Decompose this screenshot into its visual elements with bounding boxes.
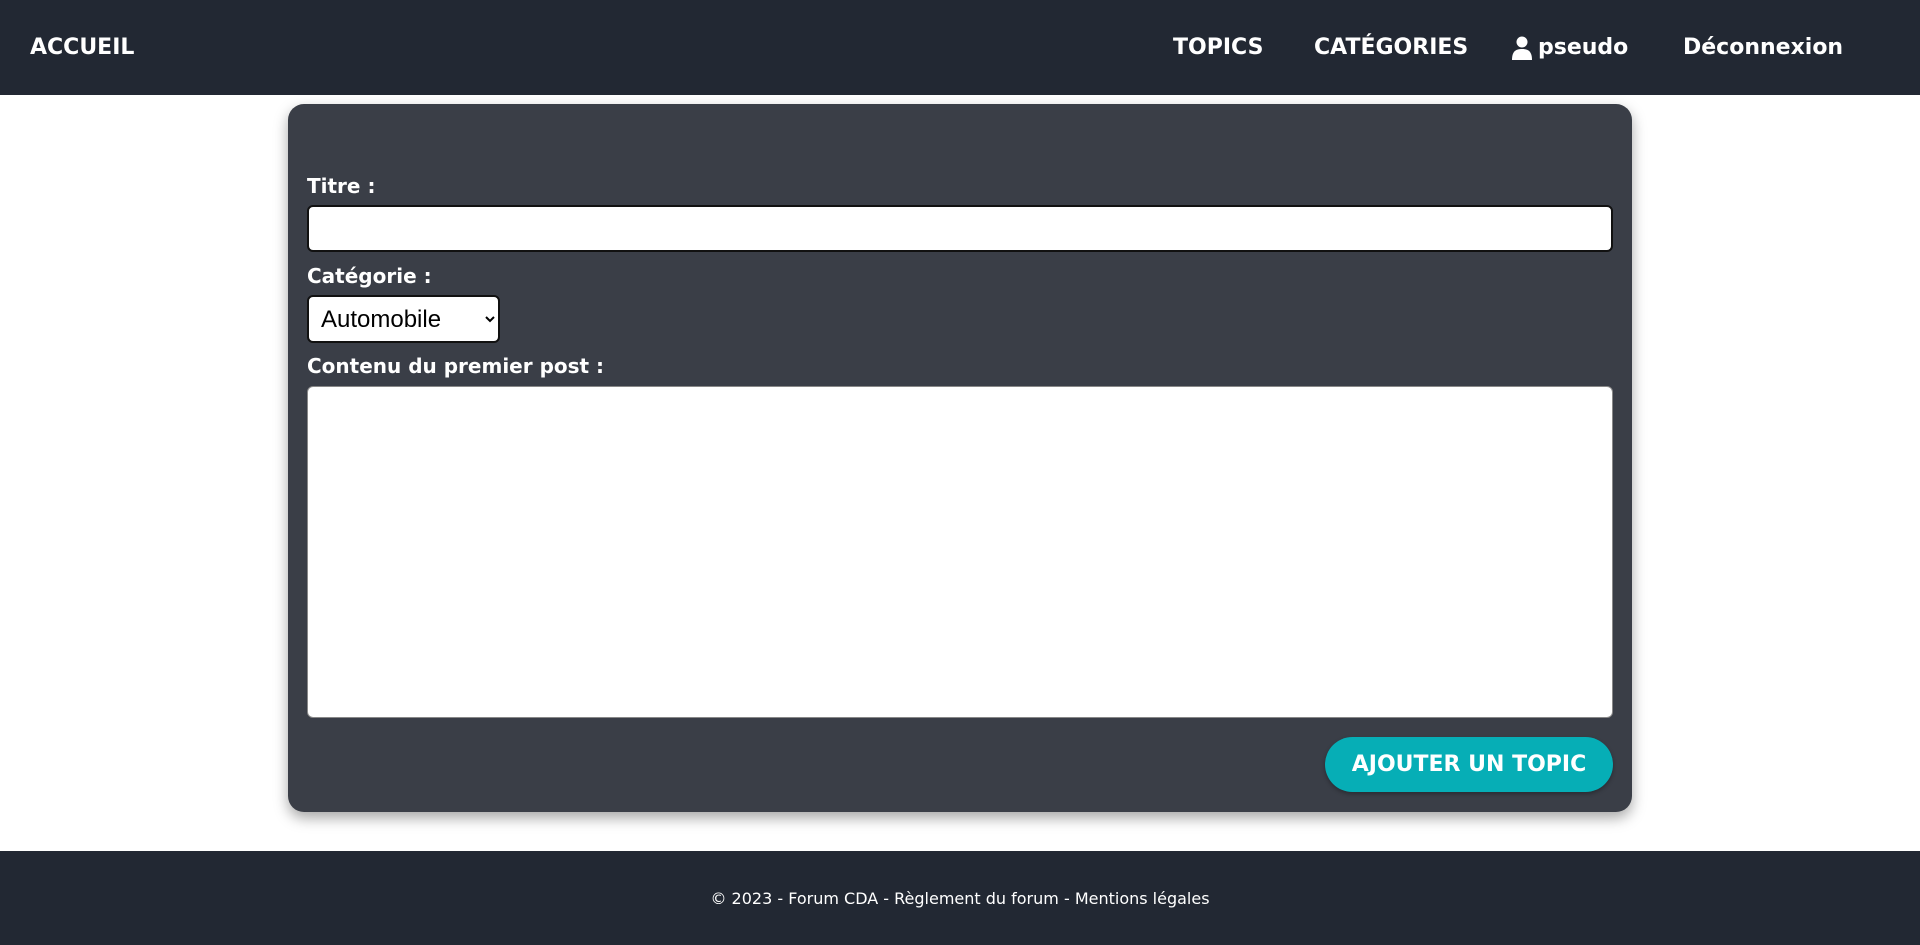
footer-legal-link[interactable]: Mentions légales bbox=[1075, 889, 1210, 908]
footer: © 2023 - Forum CDA - Règlement du forum … bbox=[0, 851, 1920, 945]
title-label: Titre : bbox=[307, 174, 376, 198]
add-topic-form: Titre : Catégorie : Automobile Contenu d… bbox=[288, 104, 1632, 812]
nav-categories-link[interactable]: CATÉGORIES bbox=[1314, 0, 1468, 95]
add-topic-button[interactable]: AJOUTER UN TOPIC bbox=[1325, 737, 1613, 792]
title-input[interactable] bbox=[307, 205, 1613, 252]
nav-user-link[interactable]: pseudo bbox=[1512, 0, 1628, 95]
category-label: Catégorie : bbox=[307, 264, 432, 288]
content-textarea[interactable] bbox=[307, 386, 1613, 718]
nav-user-name: pseudo bbox=[1538, 35, 1629, 60]
nav-logout-link[interactable]: Déconnexion bbox=[1683, 0, 1843, 95]
footer-separator-2: - bbox=[1058, 888, 1075, 908]
nav-topics-link[interactable]: TOPICS bbox=[1173, 0, 1263, 95]
footer-copyright: © 2023 - Forum CDA bbox=[710, 888, 879, 908]
content-label: Contenu du premier post : bbox=[307, 354, 605, 378]
nav-home-link[interactable]: ACCUEIL bbox=[30, 0, 134, 95]
navbar: ACCUEIL TOPICS CATÉGORIES pseudo Déconne… bbox=[0, 0, 1920, 95]
footer-rules-link[interactable]: Règlement du forum bbox=[894, 889, 1059, 908]
footer-separator-1: - bbox=[878, 888, 895, 908]
user-icon bbox=[1512, 36, 1532, 60]
category-select[interactable]: Automobile bbox=[307, 295, 500, 343]
